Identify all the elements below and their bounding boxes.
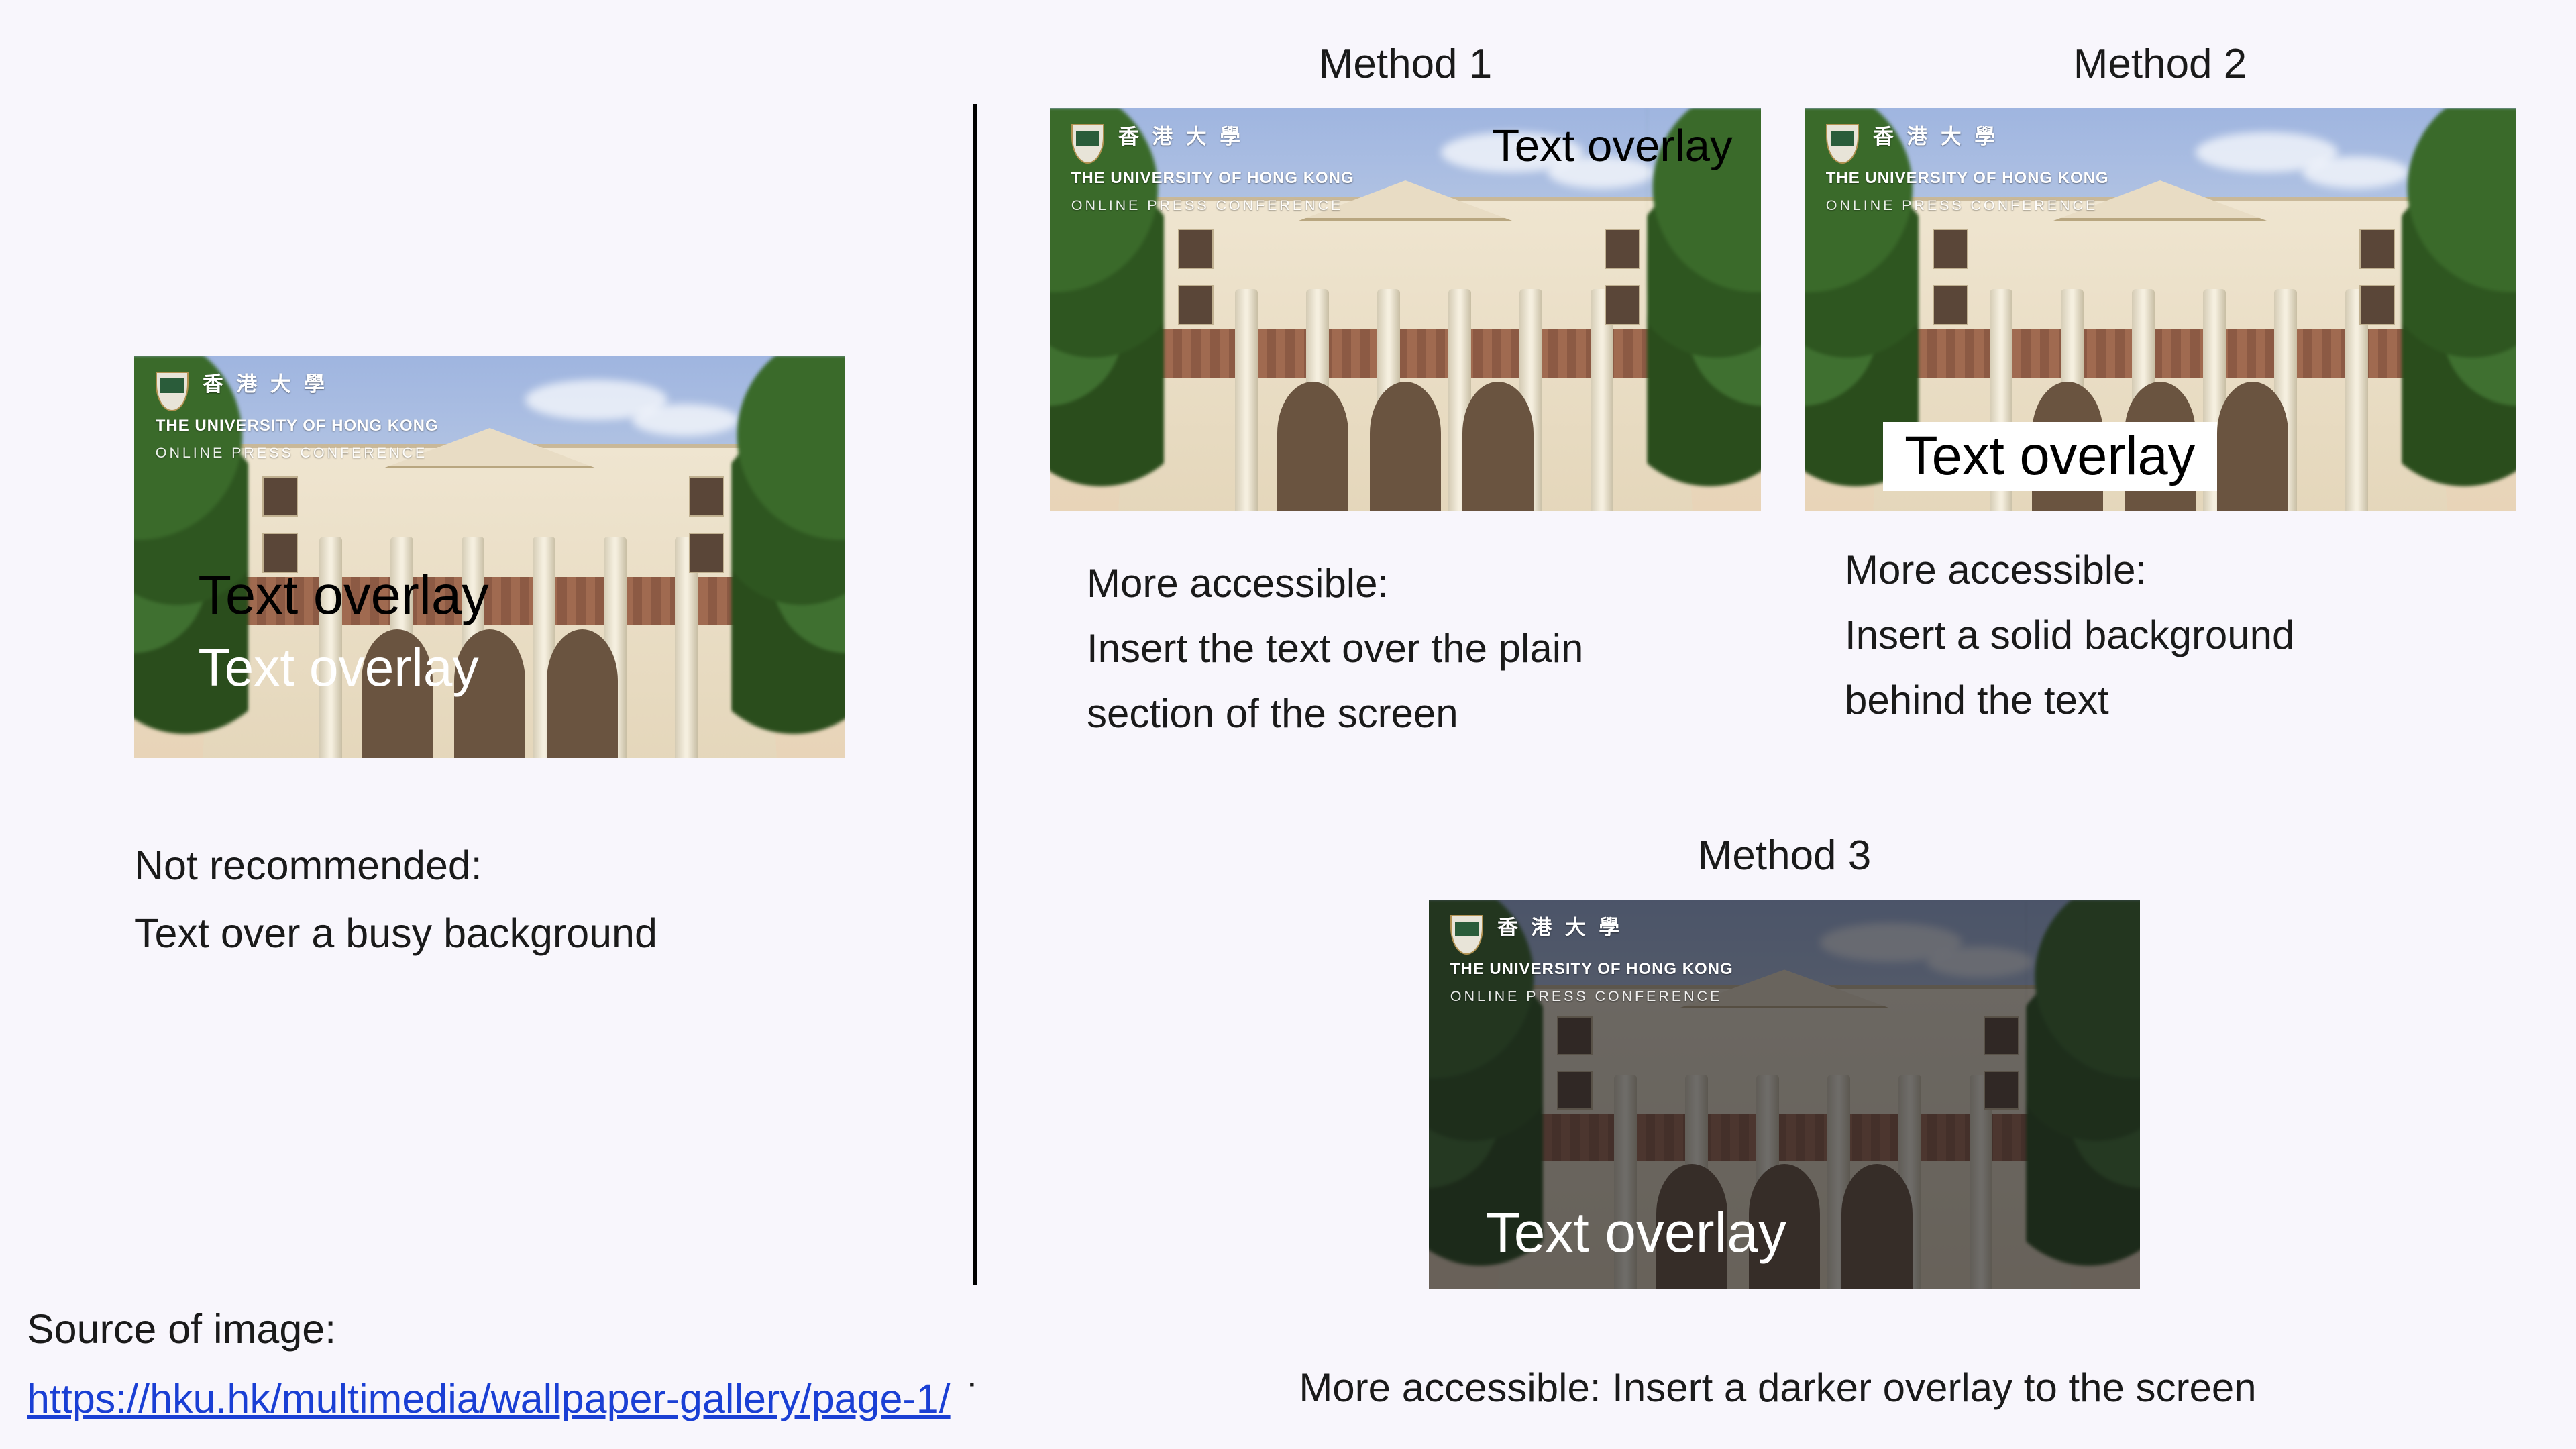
badge-line1: 香 港 大 學 xyxy=(1497,916,1623,939)
method-2-caption: More accessible: Insert a solid backgrou… xyxy=(1845,537,2516,733)
source-block: Source of image: https://hku.hk/multimed… xyxy=(27,1295,981,1434)
method-3-caption: More accessible: Insert a darker overlay… xyxy=(1040,1355,2516,1420)
source-link[interactable]: https://hku.hk/multimedia/wallpaper-gall… xyxy=(27,1376,951,1421)
badge-line2: THE UNIVERSITY OF HONG KONG xyxy=(156,417,439,435)
badge-line3: ONLINE PRESS CONFERENCE xyxy=(1826,197,2109,215)
badge-line2: THE UNIVERSITY OF HONG KONG xyxy=(1071,169,1354,187)
caption-line: Insert the text over the plain xyxy=(1087,616,1761,681)
not-recommended-block: 香 港 大 學 THE UNIVERSITY OF HONG KONG ONLI… xyxy=(134,356,845,967)
caption-line: Not recommended: xyxy=(134,832,845,900)
badge-line1: 香 港 大 學 xyxy=(1873,125,1999,148)
badge-line3: ONLINE PRESS CONFERENCE xyxy=(1450,987,1733,1006)
caption-line: section of the screen xyxy=(1087,681,1761,746)
example-image-method-2: 香 港 大 學 THE UNIVERSITY OF HONG KONG ONLI… xyxy=(1805,108,2516,511)
shield-icon xyxy=(1450,915,1483,955)
source-trailing-mark: ˙ xyxy=(967,1376,981,1421)
method-3-block: Method 3 香 港 大 學 THE UNIVERSITY OF HONG … xyxy=(1429,832,2140,1289)
badge-line3: ONLINE PRESS CONFERENCE xyxy=(1071,197,1354,215)
example-image-method-1: 香 港 大 學 THE UNIVERSITY OF HONG KONG ONLI… xyxy=(1050,108,1761,511)
hku-badge: 香 港 大 學 THE UNIVERSITY OF HONG KONG ONLI… xyxy=(1826,124,2109,215)
method-1-title: Method 1 xyxy=(1050,40,1761,88)
caption-line: Insert a solid background xyxy=(1845,602,2516,667)
overlay-text-solid-bg: Text overlay xyxy=(1883,422,2217,491)
caption-line: More accessible: xyxy=(1087,551,1761,616)
overlay-text-dark-overlay: Text overlay xyxy=(1486,1200,1786,1265)
badge-line2: THE UNIVERSITY OF HONG KONG xyxy=(1450,960,1733,978)
not-recommended-caption: Not recommended: Text over a busy backgr… xyxy=(134,832,845,967)
method-3-title: Method 3 xyxy=(1429,832,2140,879)
vertical-divider xyxy=(973,104,977,1285)
hku-badge: 香 港 大 學 THE UNIVERSITY OF HONG KONG ONLI… xyxy=(1071,124,1354,215)
badge-line1: 香 港 大 學 xyxy=(1118,125,1244,148)
caption-line: Text over a busy background xyxy=(134,900,845,967)
shield-icon xyxy=(1826,124,1859,164)
shield-icon xyxy=(1071,124,1104,164)
hku-badge: 香 港 大 學 THE UNIVERSITY OF HONG KONG ONLI… xyxy=(1450,915,1733,1006)
overlay-text-black: Text overlay xyxy=(198,565,488,627)
badge-line1: 香 港 大 學 xyxy=(203,372,329,396)
method-1-block: Method 1 香 港 大 學 THE UNIVERSITY OF HONG … xyxy=(1050,40,1761,747)
hku-badge: 香 港 大 學 THE UNIVERSITY OF HONG KONG ONLI… xyxy=(156,372,439,462)
caption-line: More accessible: xyxy=(1845,537,2516,602)
source-label: Source of image: xyxy=(27,1295,981,1364)
badge-line3: ONLINE PRESS CONFERENCE xyxy=(156,444,439,462)
method-2-title: Method 2 xyxy=(1805,40,2516,88)
example-image-not-recommended: 香 港 大 學 THE UNIVERSITY OF HONG KONG ONLI… xyxy=(134,356,845,758)
caption-line: behind the text xyxy=(1845,667,2516,733)
shield-icon xyxy=(156,372,189,411)
method-1-caption: More accessible: Insert the text over th… xyxy=(1087,551,1761,747)
overlay-text-plain-section: Text overlay xyxy=(1492,120,1732,172)
overlay-text-white: Text overlay xyxy=(198,637,478,698)
badge-line2: THE UNIVERSITY OF HONG KONG xyxy=(1826,169,2109,187)
method-2-block: Method 2 香 港 大 學 THE UNIVERSITY OF HONG … xyxy=(1805,40,2516,733)
example-image-method-3: 香 港 大 學 THE UNIVERSITY OF HONG KONG ONLI… xyxy=(1429,900,2140,1289)
